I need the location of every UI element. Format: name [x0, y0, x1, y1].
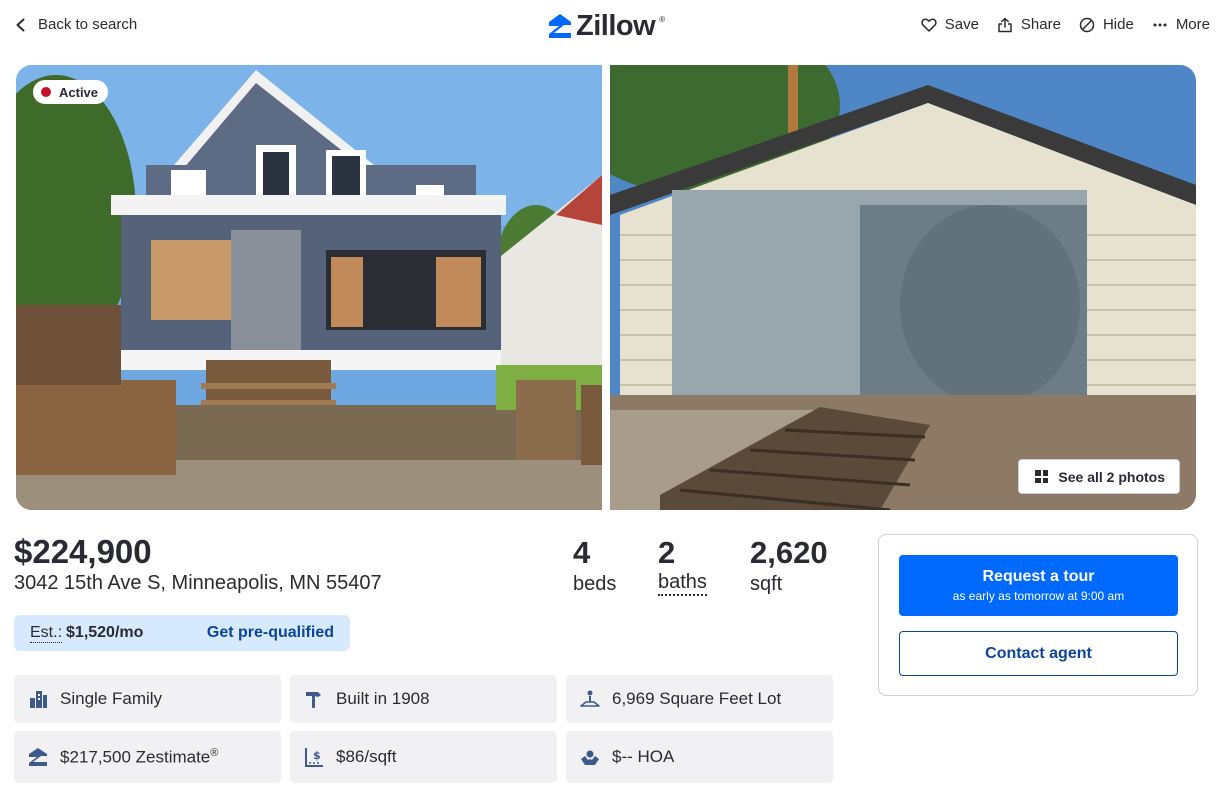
more-button[interactable]: More: [1152, 16, 1210, 33]
zestimate-value: $217,500 Zestimate: [60, 747, 211, 767]
home-type-text: Single Family: [60, 689, 163, 708]
listing-photo-house[interactable]: Active: [16, 65, 602, 510]
zillow-logo[interactable]: Zillow ®: [548, 11, 665, 41]
price-per-sqft-text: $86/sqft: [336, 747, 397, 766]
share-button[interactable]: Share: [997, 16, 1061, 33]
contact-agent-button[interactable]: Contact agent: [899, 631, 1178, 676]
zillow-logo-icon: [549, 14, 571, 38]
save-label: Save: [944, 16, 979, 33]
listing-price: $224,900: [14, 533, 152, 570]
logo-registered-mark: ®: [659, 15, 666, 24]
listing-address: 3042 15th Ave S, Minneapolis, MN 55407: [14, 572, 382, 594]
request-tour-button[interactable]: Request a tour as early as tomorrow at 9…: [899, 555, 1178, 616]
hide-icon: [1079, 17, 1095, 32]
monthly-estimate-banner: Est.: $1,520/mo Get pre-qualified: [14, 615, 350, 651]
lot-size-icon: [580, 690, 600, 707]
contact-card: Request a tour as early as tomorrow at 9…: [878, 534, 1198, 696]
price-per-sqft-icon: $: [305, 748, 323, 767]
hide-label: Hide: [1102, 16, 1134, 33]
beds-label: beds: [573, 573, 617, 595]
house-photo-image: [16, 65, 602, 510]
more-label: More: [1175, 16, 1210, 33]
lot-size-tile: 6,969 Square Feet Lot: [566, 675, 833, 723]
listing-actions: Save Share Hide More: [921, 16, 1210, 33]
building-icon: [30, 691, 47, 708]
share-icon: [998, 17, 1012, 32]
request-tour-subtext: as early as tomorrow at 9:00 am: [952, 589, 1125, 603]
hoa-text: $-- HOA: [612, 747, 675, 766]
zestimate-text: $217,500 Zestimate®: [60, 747, 218, 768]
hammer-icon: [306, 692, 321, 708]
year-built-tile: Built in 1908: [290, 675, 557, 723]
chevron-left-icon: [16, 18, 25, 31]
sqft-value: 2,620: [750, 535, 828, 570]
estimate-label[interactable]: Est.:: [30, 624, 63, 643]
sqft-fact: 2,620 sqft: [750, 536, 828, 598]
home-highlights: Single Family Built in 1908 6,969 Square…: [14, 675, 833, 783]
beds-value: 4: [573, 535, 591, 570]
baths-value: 2: [658, 535, 676, 570]
request-tour-label: Request a tour: [982, 568, 1095, 585]
photo-grid-icon: [1035, 470, 1049, 483]
svg-text:$: $: [313, 749, 321, 762]
beds-fact: 4 beds: [573, 536, 658, 598]
zestimate-icon: [29, 748, 47, 766]
home-type-tile: Single Family: [14, 675, 281, 723]
year-built-text: Built in 1908: [336, 689, 430, 708]
hide-button[interactable]: Hide: [1079, 16, 1134, 33]
save-button[interactable]: Save: [921, 16, 979, 33]
hoa-tile: $-- HOA: [566, 731, 833, 783]
see-all-photos-button[interactable]: See all 2 photos: [1018, 459, 1180, 494]
get-pre-qualified-link[interactable]: Get pre-qualified: [207, 624, 334, 642]
heart-icon: [921, 18, 937, 32]
lot-size-text: 6,969 Square Feet Lot: [612, 689, 782, 708]
estimate-amount: $1,520/mo: [66, 624, 144, 641]
logo-text: Zillow: [576, 10, 656, 42]
baths-fact[interactable]: 2 baths: [658, 536, 750, 598]
bed-bath-sqft-summary: 4 beds 2 baths 2,620 sqft: [573, 536, 828, 598]
top-nav: Back to search Zillow ® Save Share Hide …: [0, 0, 1225, 56]
zestimate-tile[interactable]: $217,500 Zestimate®: [14, 731, 281, 783]
back-label: Back to search: [38, 16, 138, 33]
baths-label[interactable]: baths: [658, 570, 707, 596]
price-per-sqft-tile: $ $86/sqft: [290, 731, 557, 783]
more-dots-icon: [1153, 23, 1167, 26]
active-status-dot: [41, 87, 51, 97]
back-to-search-link[interactable]: Back to search: [14, 16, 137, 33]
see-all-photos-label: See all 2 photos: [1058, 468, 1165, 485]
zestimate-registered-mark: ®: [210, 746, 219, 759]
listing-photo-garage[interactable]: See all 2 photos: [610, 65, 1196, 510]
hoa-hands-icon: [581, 750, 599, 765]
status-badge: Active: [33, 80, 109, 104]
share-label: Share: [1020, 16, 1061, 33]
sqft-label: sqft: [750, 573, 783, 595]
garage-photo-image: [610, 65, 1196, 510]
status-badge-label: Active: [59, 84, 99, 100]
